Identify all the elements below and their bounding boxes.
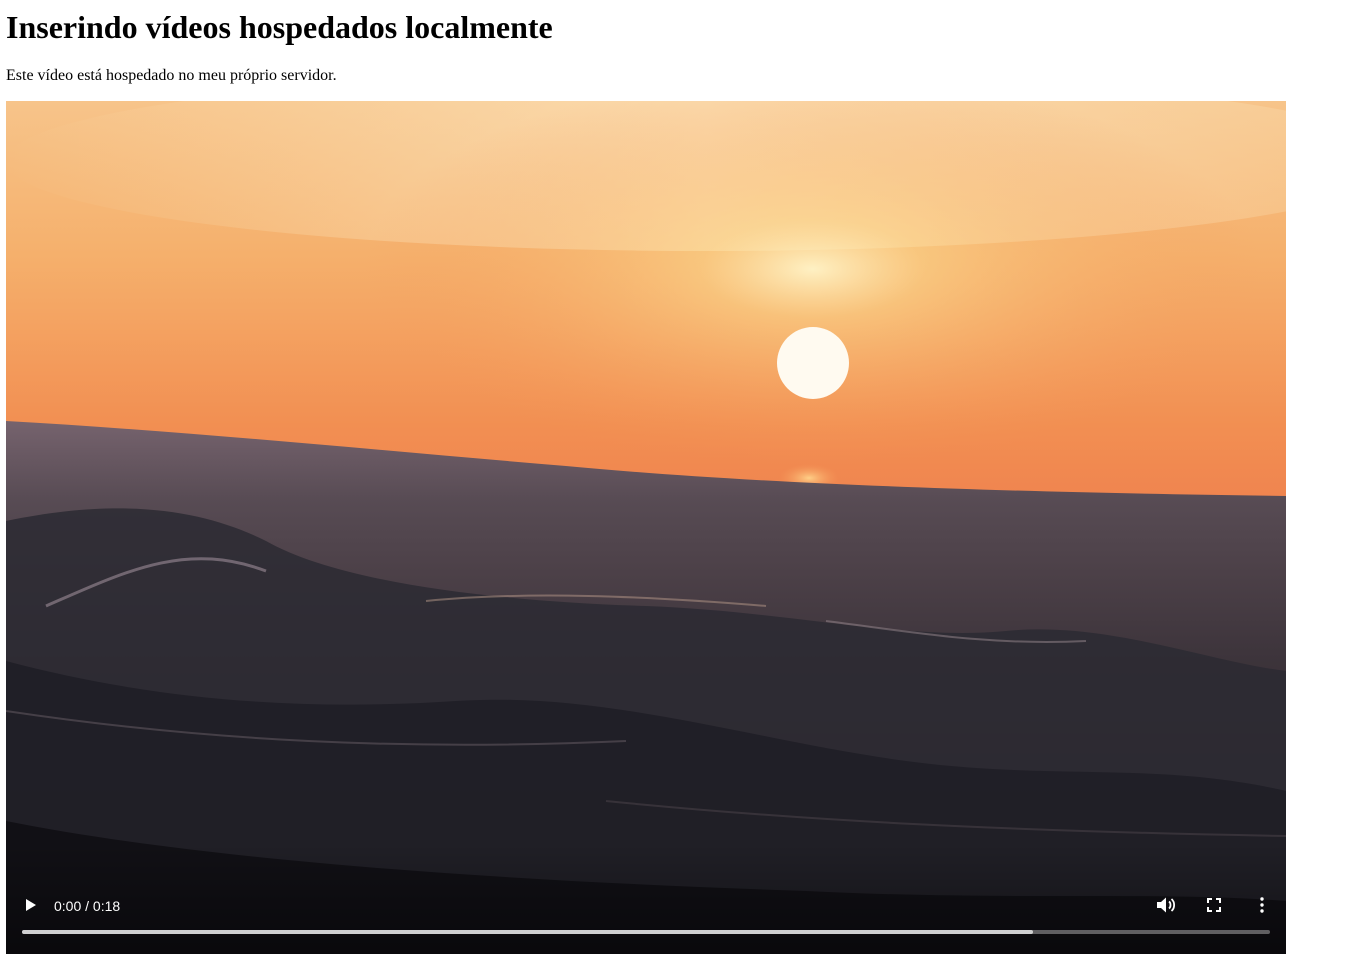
progress-buffered xyxy=(22,930,1033,934)
video-player[interactable]: 0:00 / 0:18 xyxy=(6,101,1286,954)
more-vertical-icon xyxy=(1260,897,1264,913)
video-controls xyxy=(6,844,1286,954)
play-icon xyxy=(26,899,36,911)
play-button[interactable] xyxy=(18,892,44,918)
fullscreen-icon xyxy=(1207,898,1221,912)
fullscreen-button[interactable] xyxy=(1201,892,1227,918)
time-display: 0:00 / 0:18 xyxy=(54,898,121,914)
volume-button[interactable] xyxy=(1153,892,1179,918)
page-description: Este vídeo está hospedado no meu próprio… xyxy=(6,67,337,84)
volume-icon xyxy=(1157,897,1176,913)
progress-bar[interactable] xyxy=(22,930,1270,934)
more-options-button[interactable] xyxy=(1249,892,1275,918)
video-frame xyxy=(6,101,1286,954)
page-title: Inserindo vídeos hospedados localmente xyxy=(6,9,553,45)
